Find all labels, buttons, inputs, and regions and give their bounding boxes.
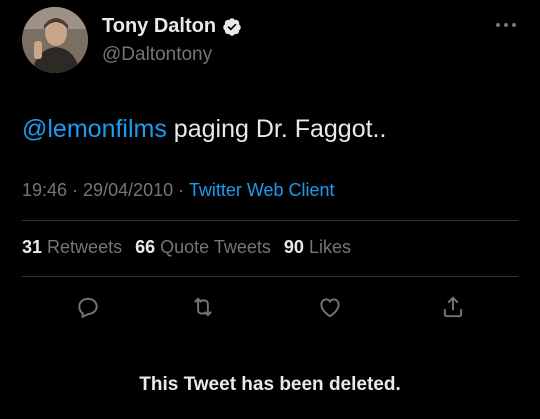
verified-badge-icon [223, 17, 241, 36]
likes-stat[interactable]: 90 Likes [284, 237, 351, 257]
tweet-client-link[interactable]: Twitter Web Client [189, 180, 335, 200]
divider [22, 276, 518, 277]
retweets-stat[interactable]: 31 Retweets [22, 237, 122, 257]
meta-separator: · [173, 180, 189, 200]
like-button[interactable] [313, 290, 347, 324]
retweet-button[interactable] [186, 290, 220, 324]
quote-tweets-stat[interactable]: 66 Quote Tweets [135, 237, 271, 257]
user-handle[interactable]: @Daltontony [102, 44, 212, 66]
tweet-meta: 19:46 · 29/04/2010 · Twitter Web Client [22, 180, 335, 201]
tweet-body: paging Dr. Faggot.. [166, 115, 387, 143]
tweet-time[interactable]: 19:46 [22, 180, 67, 200]
deleted-notice: This Tweet has been deleted. [139, 374, 401, 395]
reply-button[interactable] [71, 290, 105, 324]
retweet-icon [194, 297, 212, 317]
tweet-date[interactable]: 29/04/2010 [83, 180, 173, 200]
tweet-stats: 31 Retweets 66 Quote Tweets 90 Likes [22, 237, 351, 258]
mention-link[interactable]: @lemonfilms [22, 115, 167, 143]
share-button[interactable] [436, 290, 470, 324]
action-bar [58, 290, 488, 326]
user-name[interactable]: Tony Dalton [102, 15, 216, 38]
tweet-text: @lemonfilms paging Dr. Faggot.. [22, 115, 386, 144]
divider [22, 220, 518, 221]
meta-separator: · [67, 180, 84, 200]
avatar[interactable] [22, 7, 88, 73]
reply-icon [78, 297, 98, 319]
share-icon [443, 296, 463, 318]
more-options-icon[interactable] [494, 20, 518, 30]
like-icon [320, 298, 340, 318]
